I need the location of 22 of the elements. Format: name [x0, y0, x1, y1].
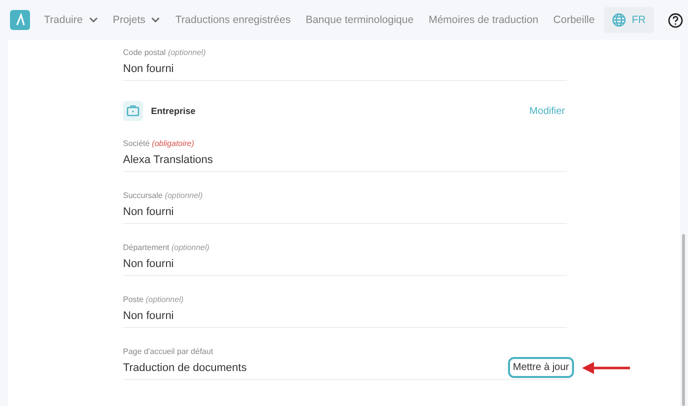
- nav-link[interactable]: Banque terminologique: [306, 14, 414, 26]
- field-label: Département (optionnel): [123, 243, 210, 252]
- field-value: Non fourni: [123, 310, 174, 322]
- field-value: Non fourni: [123, 206, 174, 218]
- nav-link[interactable]: Corbeille: [553, 14, 595, 26]
- field-value: Non fourni: [123, 258, 174, 270]
- field-value: Non fourni: [123, 62, 174, 74]
- field-label: Poste (optionnel): [123, 295, 185, 304]
- field-label: Succursale (optionnel): [123, 191, 204, 200]
- field-value: Traduction de documents: [123, 362, 247, 374]
- modify-link[interactable]: Modifier: [529, 106, 565, 116]
- nav-link[interactable]: Projets: [112, 14, 160, 26]
- language-button[interactable]: FR: [604, 7, 654, 33]
- section-title: Entreprise: [151, 106, 197, 116]
- nav-link[interactable]: Traductions enregistrées: [175, 14, 291, 26]
- nav-link[interactable]: Traduire: [44, 14, 98, 26]
- field-label: Société (obligatoire): [123, 139, 196, 148]
- update-button[interactable]: Mettre à jour: [508, 357, 574, 378]
- field-value: Alexa Translations: [123, 154, 213, 166]
- field-label: Code postal (optionnel): [123, 48, 207, 57]
- field-label: Page d'accueil par défaut: [123, 347, 214, 356]
- nav-link[interactable]: Mémoires de traduction: [428, 14, 538, 26]
